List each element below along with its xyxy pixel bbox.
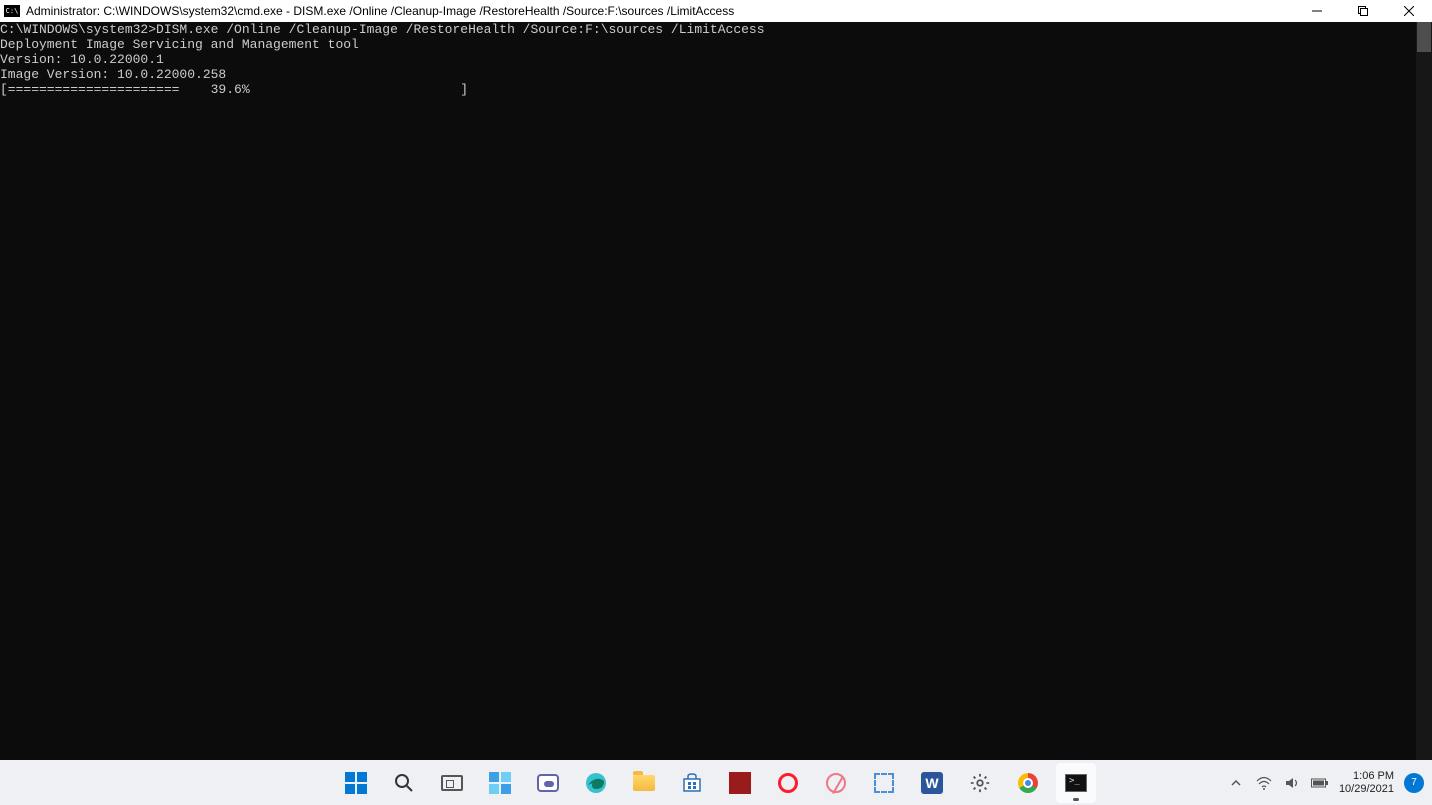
clock[interactable]: 1:06 PM 10/29/2021	[1339, 770, 1394, 796]
titlebar[interactable]: C:\ Administrator: C:\WINDOWS\system32\c…	[0, 0, 1432, 22]
clock-time: 1:06 PM	[1339, 770, 1394, 783]
opera-icon	[776, 771, 800, 795]
maximize-button[interactable]	[1340, 0, 1386, 22]
cmd-icon: C:\	[4, 5, 20, 17]
microsoft-store-icon	[680, 771, 704, 795]
wifi-icon[interactable]	[1255, 774, 1273, 792]
taskbar-task-view[interactable]	[432, 763, 472, 803]
window-title: Administrator: C:\WINDOWS\system32\cmd.e…	[26, 4, 734, 18]
battery-icon[interactable]	[1311, 774, 1329, 792]
search-icon	[392, 771, 416, 795]
app-red-icon	[728, 771, 752, 795]
start-icon	[344, 771, 368, 795]
taskbar-snip[interactable]	[864, 763, 904, 803]
taskbar-chat[interactable]	[528, 763, 568, 803]
terminal-window: C:\WINDOWS\system32>DISM.exe /Online /Cl…	[0, 22, 1432, 760]
terminal-line: Deployment Image Servicing and Managemen…	[0, 37, 1416, 52]
settings-icon	[968, 771, 992, 795]
taskbar-center: W	[336, 763, 1096, 803]
taskbar-settings[interactable]	[960, 763, 1000, 803]
task-view-icon	[440, 771, 464, 795]
clock-date: 10/29/2021	[1339, 783, 1394, 796]
taskbar-file-explorer[interactable]	[624, 763, 664, 803]
taskbar-word[interactable]: W	[912, 763, 952, 803]
terminal-output[interactable]: C:\WINDOWS\system32>DISM.exe /Online /Cl…	[0, 22, 1416, 760]
close-button[interactable]	[1386, 0, 1432, 22]
cmd-icon	[1064, 771, 1088, 795]
chrome-icon	[1016, 771, 1040, 795]
minimize-button[interactable]	[1294, 0, 1340, 22]
taskbar-app-red[interactable]	[720, 763, 760, 803]
volume-icon[interactable]	[1283, 774, 1301, 792]
notification-badge[interactable]: 7	[1404, 773, 1424, 793]
scrollbar[interactable]	[1416, 22, 1432, 760]
chat-icon	[536, 771, 560, 795]
tray-chevron-icon[interactable]	[1227, 774, 1245, 792]
taskbar-chrome[interactable]	[1008, 763, 1048, 803]
snip-icon	[872, 771, 896, 795]
taskbar-cmd[interactable]	[1056, 763, 1096, 803]
taskbar-microsoft-store[interactable]	[672, 763, 712, 803]
taskbar-opera[interactable]	[768, 763, 808, 803]
word-icon: W	[920, 771, 944, 795]
terminal-line: Version: 10.0.22000.1	[0, 52, 1416, 67]
widgets-icon	[488, 771, 512, 795]
taskbar-search[interactable]	[384, 763, 424, 803]
terminal-line: Image Version: 10.0.22000.258	[0, 67, 1416, 82]
app-pink-icon	[824, 771, 848, 795]
taskbar-widgets[interactable]	[480, 763, 520, 803]
terminal-line: C:\WINDOWS\system32>DISM.exe /Online /Cl…	[0, 22, 1416, 37]
taskbar-app-pink[interactable]	[816, 763, 856, 803]
terminal-line: [====================== 39.6% ]	[0, 82, 1416, 97]
taskbar: W 1:06 PM 10/29/2021 7	[0, 760, 1432, 805]
scroll-thumb[interactable]	[1417, 22, 1431, 52]
taskbar-start[interactable]	[336, 763, 376, 803]
taskbar-edge[interactable]	[576, 763, 616, 803]
system-tray: 1:06 PM 10/29/2021 7	[1227, 770, 1424, 796]
edge-icon	[584, 771, 608, 795]
file-explorer-icon	[632, 771, 656, 795]
